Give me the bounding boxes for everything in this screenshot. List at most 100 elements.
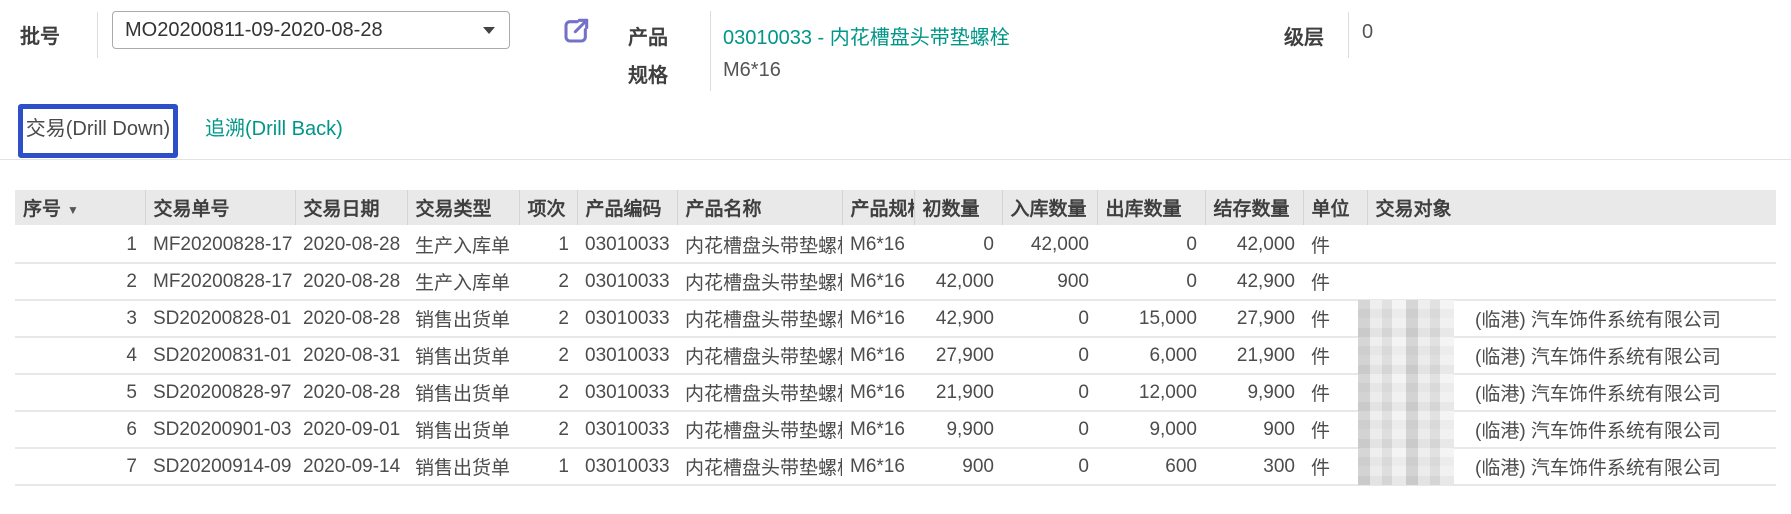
column-header-doc_no[interactable]: 交易单号 <box>145 190 295 226</box>
cell-date: 2020-08-28 <box>295 374 407 411</box>
sort-desc-icon[interactable]: ▼ <box>67 203 79 217</box>
cell-unit: 件 <box>1303 374 1367 411</box>
column-header-type[interactable]: 交易类型 <box>407 190 519 226</box>
partner-name: (临港) 汽车饰件系统有限公司 <box>1475 347 1721 368</box>
column-header-item_no[interactable]: 项次 <box>519 190 577 226</box>
column-header-partner[interactable]: 交易对象 <box>1367 190 1776 226</box>
cell-out_qty: 0 <box>1097 226 1205 263</box>
cell-spec: M6*16 <box>842 448 914 485</box>
cell-date: 2020-09-01 <box>295 411 407 448</box>
table-row[interactable]: 5SD20200828-972020-08-28销售出货单203010033内花… <box>15 374 1776 411</box>
column-header-initial_qty[interactable]: 初数量 <box>914 190 1002 226</box>
cell-seq: 5 <box>15 374 145 411</box>
cell-initial_qty: 9,900 <box>914 411 1002 448</box>
cell-type: 销售出货单 <box>407 411 519 448</box>
cell-seq: 4 <box>15 337 145 374</box>
cell-product_name: 内花槽盘头带垫螺栓 <box>677 374 842 411</box>
cell-product_code: 03010033 <box>577 226 677 263</box>
cell-type: 销售出货单 <box>407 300 519 337</box>
cell-product_code: 03010033 <box>577 448 677 485</box>
cell-spec: M6*16 <box>842 337 914 374</box>
table-row[interactable]: 3SD20200828-012020-08-28销售出货单203010033内花… <box>15 300 1776 337</box>
table-row[interactable]: 7SD20200914-092020-09-14销售出货单103010033内花… <box>15 448 1776 485</box>
cell-item_no: 1 <box>519 226 577 263</box>
cell-out_qty: 12,000 <box>1097 374 1205 411</box>
cell-initial_qty: 21,900 <box>914 374 1002 411</box>
cell-item_no: 2 <box>519 411 577 448</box>
cell-date: 2020-09-14 <box>295 448 407 485</box>
field-separator <box>1348 12 1349 58</box>
cell-balance_qty: 900 <box>1205 411 1303 448</box>
level-label: 级层 <box>1284 21 1324 50</box>
column-header-spec[interactable]: 产品规格 <box>842 190 914 226</box>
column-header-in_qty[interactable]: 入库数量 <box>1002 190 1097 226</box>
transactions-table: 序号▼交易单号交易日期交易类型项次产品编码产品名称产品规格初数量入库数量出库数量… <box>15 190 1776 486</box>
partner-name: (临港) 汽车饰件系统有限公司 <box>1475 384 1721 405</box>
table-row[interactable]: 1MF20200828-172020-08-28生产入库单103010033内花… <box>15 226 1776 263</box>
batch-select[interactable]: MO20200811-09-2020-08-28 <box>112 11 510 49</box>
cell-partner <box>1367 226 1776 263</box>
partner-name: (临港) 汽车饰件系统有限公司 <box>1475 421 1721 442</box>
tab-bar: 交易(Drill Down) 追溯(Drill Back) <box>0 95 1791 160</box>
cell-product_code: 03010033 <box>577 263 677 300</box>
cell-initial_qty: 42,900 <box>914 300 1002 337</box>
cell-date: 2020-08-28 <box>295 263 407 300</box>
cell-unit: 件 <box>1303 226 1367 263</box>
cell-item_no: 2 <box>519 300 577 337</box>
table-header-row: 序号▼交易单号交易日期交易类型项次产品编码产品名称产品规格初数量入库数量出库数量… <box>15 190 1776 226</box>
batch-select-value: MO20200811-09-2020-08-28 <box>125 19 483 42</box>
cell-balance_qty: 27,900 <box>1205 300 1303 337</box>
table-row[interactable]: 6SD20200901-032020-09-01销售出货单203010033内花… <box>15 411 1776 448</box>
cell-partner: (临港) 汽车饰件系统有限公司 <box>1367 374 1776 411</box>
cell-out_qty: 6,000 <box>1097 337 1205 374</box>
column-header-seq[interactable]: 序号▼ <box>15 190 145 226</box>
cell-in_qty: 42,000 <box>1002 226 1097 263</box>
cell-product_name: 内花槽盘头带垫螺栓 <box>677 263 842 300</box>
cell-in_qty: 0 <box>1002 337 1097 374</box>
cell-doc_no: SD20200914-09 <box>145 448 295 485</box>
cell-initial_qty: 42,000 <box>914 263 1002 300</box>
partner-name: (临港) 汽车饰件系统有限公司 <box>1475 310 1721 331</box>
table-row[interactable]: 2MF20200828-172020-08-28生产入库单203010033内花… <box>15 263 1776 300</box>
column-header-out_qty[interactable]: 出库数量 <box>1097 190 1205 226</box>
cell-initial_qty: 900 <box>914 448 1002 485</box>
cell-type: 销售出货单 <box>407 448 519 485</box>
cell-in_qty: 0 <box>1002 448 1097 485</box>
spec-value: M6*16 <box>723 59 781 82</box>
column-header-product_code[interactable]: 产品编码 <box>577 190 677 226</box>
cell-unit: 件 <box>1303 263 1367 300</box>
cell-product_name: 内花槽盘头带垫螺栓 <box>677 226 842 263</box>
table-row[interactable]: 4SD20200831-012020-08-31销售出货单203010033内花… <box>15 337 1776 374</box>
cell-doc_no: SD20200901-03 <box>145 411 295 448</box>
column-header-date[interactable]: 交易日期 <box>295 190 407 226</box>
cell-type: 销售出货单 <box>407 374 519 411</box>
external-link-icon[interactable] <box>560 15 592 47</box>
cell-unit: 件 <box>1303 337 1367 374</box>
cell-spec: M6*16 <box>842 411 914 448</box>
cell-product_name: 内花槽盘头带垫螺栓 <box>677 448 842 485</box>
tab-drill-down[interactable]: 交易(Drill Down) <box>18 104 178 158</box>
cell-seq: 3 <box>15 300 145 337</box>
cell-partner <box>1367 263 1776 300</box>
field-separator <box>97 12 98 58</box>
cell-initial_qty: 27,900 <box>914 337 1002 374</box>
cell-balance_qty: 9,900 <box>1205 374 1303 411</box>
column-header-balance_qty[interactable]: 结存数量 <box>1205 190 1303 226</box>
cell-out_qty: 9,000 <box>1097 411 1205 448</box>
column-header-product_name[interactable]: 产品名称 <box>677 190 842 226</box>
cell-seq: 7 <box>15 448 145 485</box>
cell-doc_no: SD20200831-01 <box>145 337 295 374</box>
cell-product_name: 内花槽盘头带垫螺栓 <box>677 337 842 374</box>
cell-unit: 件 <box>1303 411 1367 448</box>
cell-product_code: 03010033 <box>577 300 677 337</box>
cell-out_qty: 0 <box>1097 263 1205 300</box>
cell-item_no: 2 <box>519 374 577 411</box>
form-header: 批号 MO20200811-09-2020-08-28 产品 规格 030100… <box>0 0 1791 95</box>
product-link[interactable]: 03010033 - 内花槽盘头带垫螺栓 <box>723 21 1010 50</box>
cell-doc_no: MF20200828-17 <box>145 226 295 263</box>
cell-date: 2020-08-28 <box>295 300 407 337</box>
cell-spec: M6*16 <box>842 263 914 300</box>
column-header-unit[interactable]: 单位 <box>1303 190 1367 226</box>
field-separator <box>710 11 711 91</box>
tab-drill-back[interactable]: 追溯(Drill Back) <box>205 104 343 158</box>
